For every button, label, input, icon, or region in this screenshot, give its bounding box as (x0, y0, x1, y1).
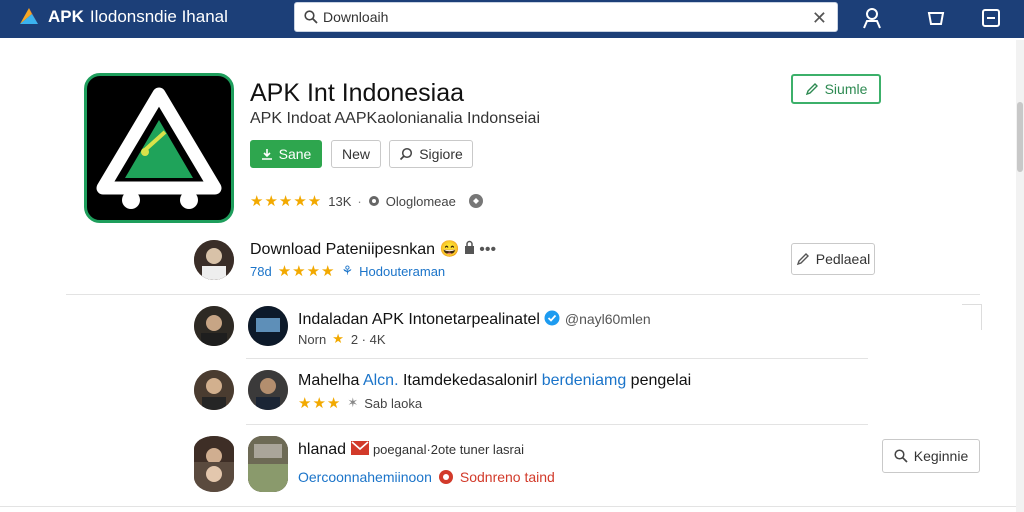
row-link[interactable]: Oercoonnahemiinoon (298, 469, 432, 485)
info-icon[interactable] (468, 193, 484, 209)
row-meta: Oercoonnahemiinoon Sodnreno taind (298, 469, 555, 485)
share-button[interactable]: Siumle (791, 74, 881, 104)
avatar[interactable] (194, 306, 234, 346)
avatar[interactable] (248, 436, 288, 492)
more-icon[interactable]: ••• (479, 241, 496, 258)
category-icon: ⚘ (341, 263, 354, 278)
divider (246, 424, 868, 425)
avatar[interactable] (248, 306, 288, 346)
search-icon (894, 449, 908, 463)
record-icon (438, 470, 453, 484)
divider (66, 294, 980, 295)
avatar[interactable] (194, 370, 234, 410)
avatar[interactable] (248, 370, 288, 410)
pencil-icon (796, 253, 809, 266)
developer-name[interactable]: Ologlomeae (386, 194, 456, 209)
row-title[interactable]: hlanad poeganal·2ote tuner lasrai (298, 441, 524, 459)
row-link-red[interactable]: Sodnreno taind (460, 469, 555, 485)
row-title[interactable]: Indaladan APK Intonetarpealinatel @nayl6… (298, 310, 651, 329)
avatar[interactable] (194, 462, 234, 492)
app-subtitle: APK Indoat AAPKaolonianalia Indonseiai (250, 110, 540, 127)
app-title: APK Int Indonesiaa (250, 79, 465, 107)
rating-stars: ★★★★★ (250, 193, 323, 210)
scrollbar-thumb[interactable] (1017, 102, 1023, 172)
featured-title[interactable]: Download Pateniipesnkan 😄 ••• (250, 239, 496, 259)
download-icon (261, 149, 272, 160)
brand-name[interactable]: APK Ilodonsndie Ihanal (48, 7, 228, 27)
row-title[interactable]: Mahelha Alcn. Itamdekedasalonirl berdeni… (298, 372, 691, 390)
row-meta: Norn ★ 2 · 4K (298, 331, 386, 347)
explore-button[interactable]: Sigiore (389, 140, 473, 168)
app-meta: ★★★★★ 13K · Ologlomeae (250, 192, 484, 210)
app-logo-icon (96, 87, 222, 209)
category-link[interactable]: Hodouteraman (359, 264, 445, 279)
star-outline-icon: ✶ (347, 395, 359, 410)
side-frame (962, 304, 982, 330)
scrollbar[interactable] (1016, 40, 1024, 512)
new-button[interactable]: New (331, 140, 381, 168)
divider (246, 358, 868, 359)
search-icon (304, 10, 318, 24)
app-icon[interactable] (84, 73, 234, 223)
top-bar: APK Ilodonsndie Ihanal Downloaih ✕ (0, 0, 1024, 38)
close-icon[interactable]: ✕ (812, 8, 827, 29)
search-box[interactable]: Downloaih ✕ (294, 2, 838, 32)
mail-icon (350, 441, 369, 455)
emoji-icon: 😄 (439, 241, 460, 258)
divider (0, 506, 1016, 507)
install-button[interactable]: Sane (250, 140, 322, 168)
row-meta: ★★★ ✶ Sab laoka (298, 395, 423, 412)
menu-icon[interactable] (979, 6, 1003, 30)
pencil-icon (805, 83, 818, 96)
lock-icon (464, 240, 474, 254)
featured-action-button[interactable]: Pedlaeal (791, 243, 875, 275)
search-input[interactable]: Downloaih (323, 9, 388, 25)
cart-icon[interactable] (924, 6, 948, 30)
developer-icon (368, 196, 379, 206)
verified-icon (544, 310, 560, 326)
row-action-button[interactable]: Keginnie (882, 439, 980, 473)
search-icon (400, 147, 413, 161)
logo-icon[interactable] (18, 6, 40, 28)
download-count: 13K (328, 193, 352, 209)
featured-meta: 78d ★★★★ ⚘ Hodouteraman (250, 263, 446, 280)
avatar[interactable] (194, 240, 234, 280)
avatar[interactable] (194, 436, 234, 462)
user-icon[interactable] (860, 6, 884, 30)
